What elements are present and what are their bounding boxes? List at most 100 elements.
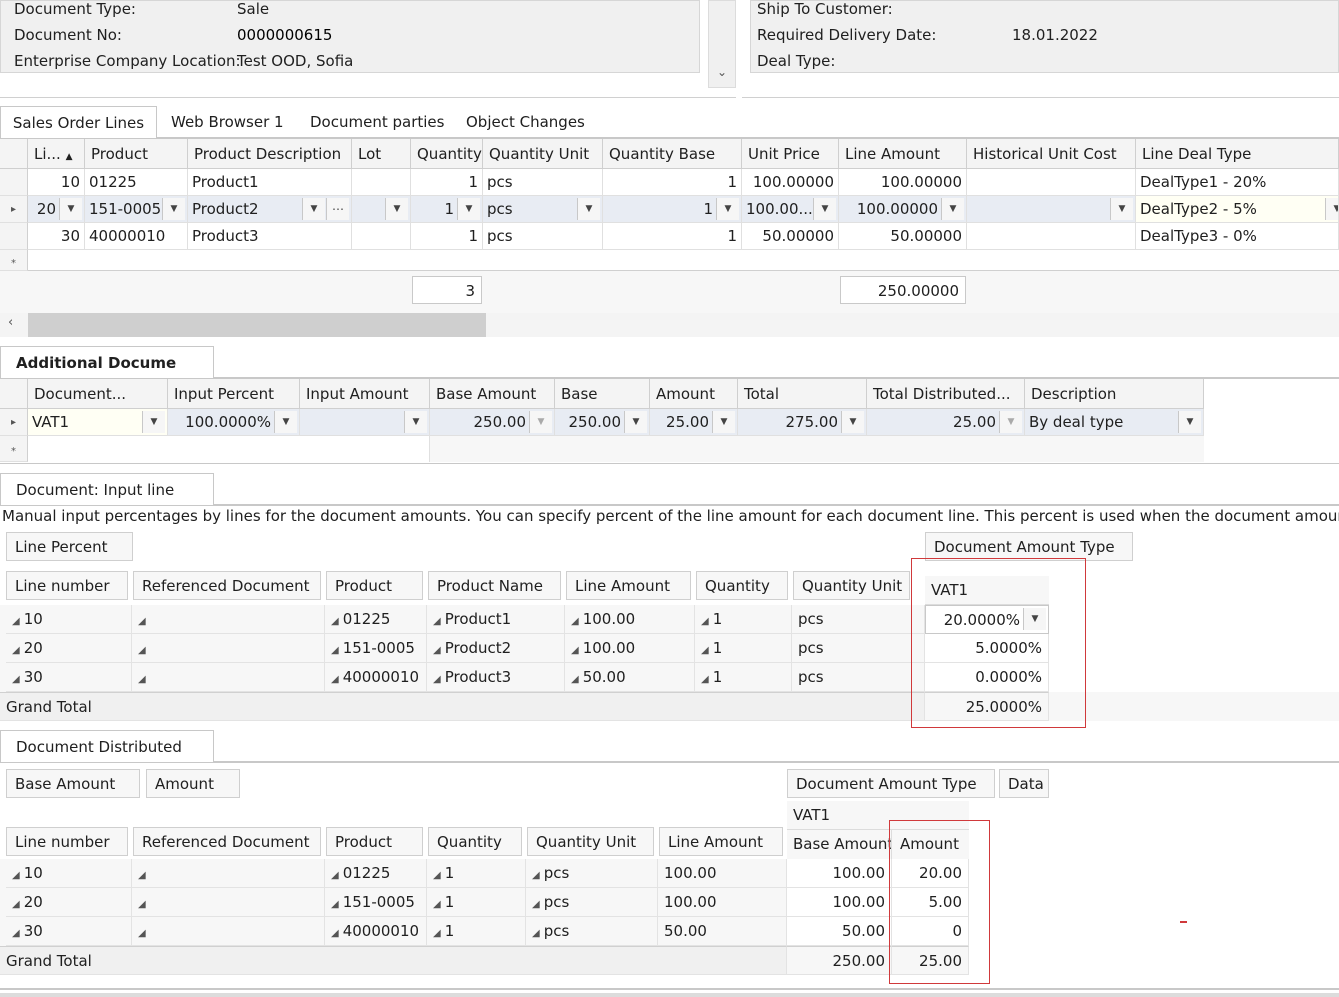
dropdown-arrow-icon[interactable]: ▼ [1178, 411, 1201, 433]
cell-quantity-unit[interactable]: pcs [483, 223, 603, 250]
cell-quantity-unit[interactable]: pcs [483, 169, 603, 196]
pivot-row-referenced-document[interactable]: ◢ [132, 634, 325, 663]
collapse-icon[interactable]: ◢ [138, 645, 146, 656]
row-field-product[interactable]: Product [326, 571, 423, 600]
cell-input-percent[interactable]: 100.0000% ▼ [168, 409, 300, 436]
tab-object-changes[interactable]: Object Changes [451, 106, 600, 138]
tab-input-line[interactable]: Document: Input line [0, 473, 214, 507]
dropdown-arrow-icon[interactable]: ▼ [1325, 198, 1338, 220]
collapse-icon[interactable]: ◢ [138, 674, 146, 685]
pivot-base-value[interactable]: 100.00 [787, 888, 892, 917]
collapse-icon[interactable]: ◢ [433, 928, 441, 939]
scroll-left-icon[interactable]: ‹ [8, 315, 13, 330]
scroll-thumb[interactable] [28, 313, 486, 337]
cell-quantity-unit[interactable]: pcs ▼ [483, 196, 603, 223]
cell-line-deal-type[interactable]: DealType1 - 20% [1136, 169, 1339, 196]
chevron-down-icon[interactable]: ⌄ [717, 65, 727, 79]
dropdown-arrow-icon[interactable]: ▼ [941, 198, 964, 220]
pivot-row-referenced-document[interactable]: ◢ [132, 917, 325, 946]
dropdown-arrow-icon[interactable]: ▼ [841, 411, 864, 433]
data-field-base-amount[interactable]: Base Amount [6, 769, 140, 798]
collapse-icon[interactable]: ◢ [12, 616, 20, 627]
col-header-quantity-unit[interactable]: Quantity Unit [483, 139, 603, 169]
new-row-indicator[interactable]: ⁎ [0, 436, 28, 462]
pivot-row-line-amount[interactable]: 50.00 [658, 917, 787, 946]
doc-type-value[interactable]: Sale [237, 0, 269, 18]
cell-historical-unit-cost[interactable] [967, 223, 1136, 250]
pivot-row-line-number[interactable]: ◢ 10 [6, 859, 132, 888]
cell-document[interactable]: VAT1 ▼ [28, 409, 168, 436]
cell-line-deal-type[interactable]: DealType3 - 0% [1136, 223, 1339, 250]
row-indicator[interactable] [0, 223, 28, 250]
cell-input-amount[interactable]: ▼ [300, 409, 430, 436]
cell-total-distributed[interactable]: 25.00 ▼ [867, 409, 1025, 436]
collapse-icon[interactable]: ◢ [138, 899, 146, 910]
pivot-row-line-number[interactable]: ◢ 20 [6, 888, 132, 917]
cell-unit-price[interactable]: 100.00000 [742, 169, 839, 196]
pivot-row-product-name[interactable]: ◢ Product3 [427, 663, 565, 692]
dropdown-arrow-icon[interactable]: ▼ [302, 198, 325, 220]
pivot-row-product[interactable]: ◢ 40000010 [325, 917, 427, 946]
collapse-icon[interactable]: ◢ [12, 645, 20, 656]
col-header-product[interactable]: Product [85, 139, 188, 169]
column-field-data[interactable]: Data [999, 769, 1049, 798]
tab-document-distributed[interactable]: Document Distributed [0, 730, 214, 764]
cell-quantity-base[interactable]: 1 [603, 223, 742, 250]
pivot-row-quantity[interactable]: ◢ 1 [427, 859, 526, 888]
collapse-icon[interactable]: ◢ [138, 928, 146, 939]
dropdown-arrow-icon[interactable]: ▼ [404, 411, 427, 433]
cell-product-description[interactable]: Product3 [188, 223, 352, 250]
cell-unit-price[interactable]: 100.00... ▼ [742, 196, 839, 223]
cell-product[interactable]: 40000010 [85, 223, 188, 250]
pivot-row-quantity-unit[interactable]: ◢ pcs [526, 859, 658, 888]
new-row[interactable] [28, 436, 430, 462]
col-header-total[interactable]: Total [738, 379, 867, 409]
cell-description[interactable]: By deal type ▼ [1025, 409, 1204, 436]
pivot-row-quantity[interactable]: ◢ 1 [427, 888, 526, 917]
row-field-product-name[interactable]: Product Name [428, 571, 561, 600]
tab-web-browser[interactable]: Web Browser 1 [156, 106, 299, 138]
location-value[interactable]: Test OOD, Sofia [237, 52, 353, 70]
cell-total[interactable]: 275.00 ▼ [738, 409, 867, 436]
cell-quantity[interactable]: 1 [411, 169, 483, 196]
row-field-line-number[interactable]: Line number [6, 571, 128, 600]
row-field-line-amount[interactable]: Line Amount [566, 571, 691, 600]
pivot-row-line-amount[interactable]: ◢ 100.00 [565, 634, 695, 663]
cell-lot[interactable] [352, 169, 411, 196]
pivot-row-line-number[interactable]: ◢ 10 [6, 605, 132, 634]
row-field-line-number[interactable]: Line number [6, 827, 128, 856]
col-header-input-amount[interactable]: Input Amount [300, 379, 430, 409]
pivot-row-product[interactable]: ◢ 01225 [325, 605, 427, 634]
pivot-row-referenced-document[interactable]: ◢ [132, 663, 325, 692]
cell-lot[interactable] [352, 223, 411, 250]
cell-quantity-base[interactable]: 1 ▼ [603, 196, 742, 223]
pivot-row-product[interactable]: ◢ 151-0005 [325, 634, 427, 663]
collapse-icon[interactable]: ◢ [571, 674, 579, 685]
dropdown-arrow-icon[interactable]: ▼ [274, 411, 297, 433]
row-indicator-focused[interactable]: ▸ [0, 409, 28, 436]
dropdown-arrow-icon[interactable]: ▼ [142, 411, 165, 433]
header-scrollbar[interactable]: ⌄ [708, 0, 736, 88]
tab-additional-documents[interactable]: Additional Docume [0, 346, 214, 380]
cell-amount[interactable]: 25.00 ▼ [650, 409, 738, 436]
cell-historical-unit-cost[interactable] [967, 169, 1136, 196]
pivot-row-quantity-unit[interactable]: ◢ pcs [526, 917, 658, 946]
col-header-unit-price[interactable]: Unit Price [742, 139, 839, 169]
col-header-base-amount[interactable]: Base Amount [430, 379, 555, 409]
cell-product-description[interactable]: Product1 [188, 169, 352, 196]
row-field-referenced-document[interactable]: Referenced Document [133, 827, 321, 856]
col-header-line-amount[interactable]: Line Amount [839, 139, 967, 169]
col-header-line-deal-type[interactable]: Line Deal Type [1136, 139, 1339, 169]
pivot-row-line-amount[interactable]: 100.00 [658, 888, 787, 917]
ellipsis-icon[interactable]: ⋯ [326, 198, 349, 220]
collapse-icon[interactable]: ◢ [12, 674, 20, 685]
collapse-icon[interactable]: ◢ [12, 870, 20, 881]
row-field-quantity-unit[interactable]: Quantity Unit [527, 827, 654, 856]
cell-line-deal-type[interactable]: DealType2 - 5%▼ [1136, 196, 1339, 223]
pivot-row-quantity-unit[interactable]: ◢ pcs [526, 888, 658, 917]
column-field-document-amount-type[interactable]: Document Amount Type [787, 769, 995, 798]
new-row-indicator[interactable]: ⁎ [0, 250, 28, 271]
dropdown-arrow-icon[interactable]: ▼ [385, 198, 408, 220]
collapse-icon[interactable]: ◢ [12, 928, 20, 939]
doc-no-value[interactable]: 0000000615 [237, 26, 332, 44]
